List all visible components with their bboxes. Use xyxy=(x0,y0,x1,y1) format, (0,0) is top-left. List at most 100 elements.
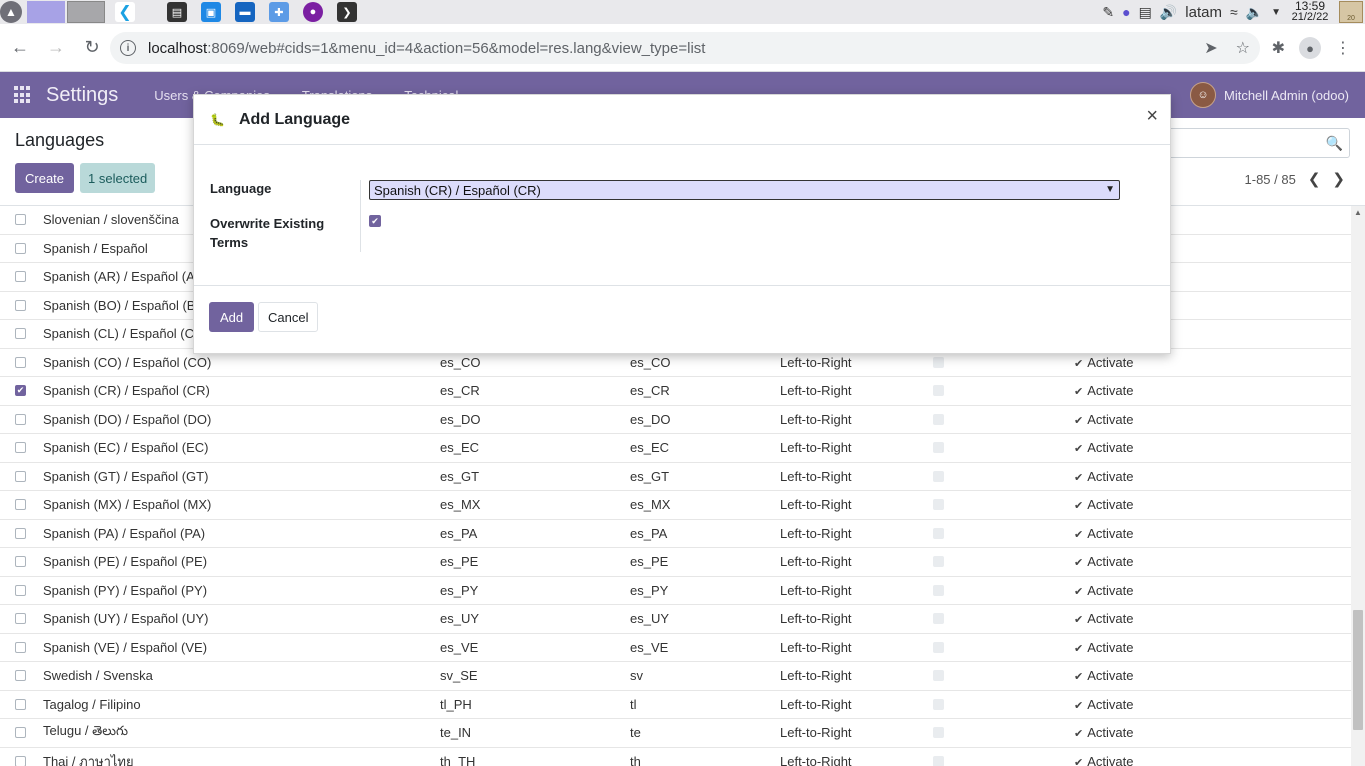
overwrite-checkbox[interactable]: ✔ xyxy=(369,215,381,227)
volume-icon[interactable]: 🔊 xyxy=(1160,4,1177,21)
reload-icon[interactable]: ↻ xyxy=(76,32,108,64)
launcher-icon[interactable]: ▲ xyxy=(0,1,22,23)
table-row[interactable]: Spanish (PE) / Español (PE) es_PE es_PE Lef… xyxy=(0,548,1351,577)
row-checkbox[interactable] xyxy=(15,356,26,368)
row-checkbox[interactable] xyxy=(15,641,26,653)
row-checkbox[interactable] xyxy=(15,328,26,340)
site-info-icon[interactable]: i xyxy=(120,40,136,56)
activate-button[interactable]: Activate xyxy=(1074,640,1133,655)
direction: Left-to-Right xyxy=(780,725,852,741)
table-row[interactable]: Telugu / తెలుగు te_IN te Left-to-Right Activ… xyxy=(0,719,1351,748)
row-checkbox[interactable] xyxy=(15,299,26,311)
row-checkbox[interactable] xyxy=(15,527,26,539)
pen-icon[interactable]: ✎ xyxy=(1102,4,1114,21)
row-checkbox[interactable] xyxy=(15,242,26,254)
language-label: Language xyxy=(210,181,272,196)
profile-icon[interactable]: ● xyxy=(1299,37,1321,59)
add-button[interactable]: Add xyxy=(209,302,255,332)
row-checkbox[interactable] xyxy=(15,413,26,425)
browser-icon[interactable]: ● xyxy=(303,2,323,22)
activate-button[interactable]: Activate xyxy=(1074,383,1133,398)
row-checkbox[interactable]: ✔ xyxy=(15,385,26,397)
search-icon[interactable]: 🔍 xyxy=(1326,135,1343,152)
clipboard-icon[interactable]: ▤ xyxy=(1139,4,1152,21)
clock[interactable]: 13:59 21/2/22 xyxy=(1289,0,1331,23)
activate-button[interactable]: Activate xyxy=(1074,611,1133,626)
user-menu[interactable]: ☺ Mitchell Admin (odoo) xyxy=(1190,72,1349,118)
search-input[interactable]: 🔍 xyxy=(1140,128,1350,158)
notes-icon[interactable]: 20 xyxy=(1339,1,1363,23)
table-row[interactable]: Spanish (PY) / Español (PY) es_PY es_PY Lef… xyxy=(0,577,1351,605)
apps-menu-icon[interactable] xyxy=(14,86,32,104)
forward-icon[interactable]: → xyxy=(40,32,72,64)
direction: Left-to-Right xyxy=(780,354,852,370)
row-checkbox[interactable] xyxy=(15,442,26,454)
language-select[interactable]: Spanish (CR) / Español (CR) ▼ xyxy=(369,180,1120,200)
row-checkbox[interactable] xyxy=(15,214,26,226)
app-icon[interactable]: ▤ xyxy=(167,2,187,22)
activate-button[interactable]: Activate xyxy=(1074,412,1133,427)
wifi-icon[interactable]: ≈ xyxy=(1230,4,1238,20)
activate-button[interactable]: Activate xyxy=(1074,668,1133,683)
table-row[interactable]: Spanish (UY) / Español (UY) es_UY es_UY Lef… xyxy=(0,605,1351,634)
activate-button[interactable]: Activate xyxy=(1074,526,1133,541)
row-checkbox[interactable] xyxy=(15,613,26,625)
store-icon[interactable]: ▣ xyxy=(201,2,221,22)
table-row[interactable]: Spanish (EC) / Español (EC) es_EC es_EC Lef… xyxy=(0,434,1351,463)
activate-button[interactable]: Activate xyxy=(1074,697,1133,712)
speaker-icon[interactable]: 🔈 xyxy=(1246,4,1263,21)
chevron-left-icon[interactable]: ❮ xyxy=(1308,170,1321,188)
close-icon[interactable]: × xyxy=(1146,105,1158,128)
row-checkbox[interactable] xyxy=(15,755,26,766)
workspace-1[interactable] xyxy=(27,1,65,23)
bug-icon[interactable]: 🐛 xyxy=(210,113,225,127)
scrollbar[interactable]: ▲ xyxy=(1351,206,1365,766)
row-checkbox[interactable] xyxy=(15,698,26,710)
activate-button[interactable]: Activate xyxy=(1074,583,1133,598)
kebab-menu-icon[interactable]: ⋮ xyxy=(1335,38,1351,58)
app-brand[interactable]: Settings xyxy=(46,84,118,107)
row-checkbox[interactable] xyxy=(15,499,26,511)
activate-button[interactable]: Activate xyxy=(1074,355,1133,370)
workspace-2[interactable] xyxy=(67,1,105,23)
row-checkbox[interactable] xyxy=(15,470,26,482)
row-checkbox[interactable] xyxy=(15,727,26,739)
table-row[interactable]: Spanish (VE) / Español (VE) es_VE es_VE Lef… xyxy=(0,634,1351,662)
extensions-icon[interactable]: ✱ xyxy=(1272,38,1285,58)
user-icon[interactable]: ● xyxy=(1122,4,1130,20)
terminal-icon[interactable]: ❯ xyxy=(337,2,357,22)
table-row[interactable]: Spanish (MX) / Español (MX) es_MX es_MX Lef… xyxy=(0,491,1351,520)
keyboard-layout[interactable]: latam xyxy=(1185,4,1222,21)
scroll-thumb[interactable] xyxy=(1353,610,1363,730)
table-row[interactable]: ✔ Spanish (CR) / Español (CR) es_CR es_CR Le… xyxy=(0,377,1351,406)
table-row[interactable]: Spanish (GT) / Español (GT) es_GT es_GT Lef… xyxy=(0,463,1351,491)
shell-icon[interactable]: ✚ xyxy=(269,2,289,22)
star-icon[interactable]: ☆ xyxy=(1236,38,1250,58)
chevron-right-icon[interactable]: ❯ xyxy=(1332,170,1345,188)
table-row[interactable]: Tagalog / Filipino tl_PH tl Left-to-Right Ac… xyxy=(0,691,1351,719)
cancel-button[interactable]: Cancel xyxy=(258,302,319,332)
table-row[interactable]: Spanish (PA) / Español (PA) es_PA es_PA Lef… xyxy=(0,520,1351,548)
vscode-icon[interactable]: ❮ xyxy=(115,2,135,22)
pager-value[interactable]: 1-85 / 85 xyxy=(1245,172,1296,187)
activate-button[interactable]: Activate xyxy=(1074,554,1133,569)
address-bar[interactable]: i localhost:8069/web#cids=1&menu_id=4&ac… xyxy=(110,32,1260,64)
scroll-up-icon[interactable]: ▲ xyxy=(1354,208,1362,217)
activate-button[interactable]: Activate xyxy=(1074,725,1133,740)
activate-button[interactable]: Activate xyxy=(1074,497,1133,512)
table-row[interactable]: Thai / ภาษาไทย th_TH th Left-to-Right Activa… xyxy=(0,748,1351,766)
back-icon[interactable]: ← xyxy=(4,32,36,64)
activate-button[interactable]: Activate xyxy=(1074,440,1133,455)
activate-button[interactable]: Activate xyxy=(1074,469,1133,484)
row-checkbox[interactable] xyxy=(15,670,26,682)
send-icon[interactable]: ➤ xyxy=(1204,38,1217,58)
table-row[interactable]: Swedish / Svenska sv_SE sv Left-to-Right Act… xyxy=(0,662,1351,691)
create-button[interactable]: Create xyxy=(15,163,75,193)
row-checkbox[interactable] xyxy=(15,271,26,283)
activate-button[interactable]: Activate xyxy=(1074,754,1133,766)
files-icon[interactable]: ▬ xyxy=(235,2,255,22)
row-checkbox[interactable] xyxy=(15,556,26,568)
chevron-down-icon[interactable]: ▼ xyxy=(1271,7,1281,18)
row-checkbox[interactable] xyxy=(15,584,26,596)
table-row[interactable]: Spanish (DO) / Español (DO) es_DO es_DO Lef… xyxy=(0,406,1351,434)
